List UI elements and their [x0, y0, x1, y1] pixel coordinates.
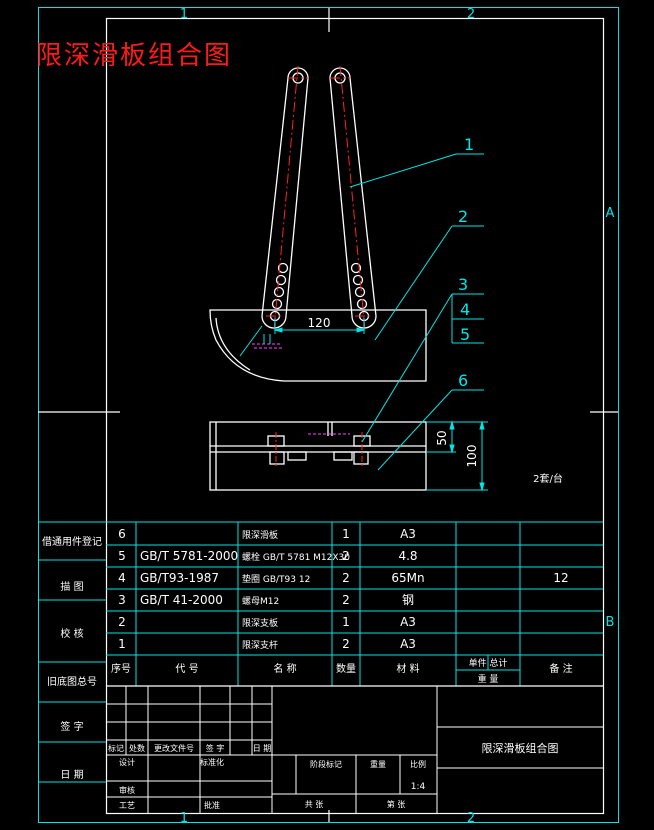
bom-cell-no: 6 — [118, 527, 126, 541]
zone-bottom-1: 1 — [180, 811, 188, 826]
bom-cell-name: 垫圈 GB/T93 12 — [242, 573, 310, 585]
bom-cell-name: 限深支杆 — [242, 639, 278, 651]
tb-scale-label: 比例 — [410, 759, 426, 769]
skid-plate-side — [209, 421, 427, 491]
bom-cell-code: GB/T 5781-2000 — [140, 549, 238, 563]
dim-50-label: 50 — [435, 430, 449, 445]
bom-cell-qty: 2 — [342, 593, 350, 607]
tb-mark: 标记 — [108, 743, 124, 753]
tb-weight: 重量 — [370, 759, 386, 769]
bom-h-name: 名 称 — [273, 662, 296, 675]
balloon-6: 6 — [458, 371, 468, 390]
support-rods — [261, 67, 377, 329]
bom-cell-name: 螺栓 GB/T 5781 M12X30 — [242, 551, 350, 563]
centering-marks — [38, 8, 618, 822]
bom-h-weight: 重 量 — [478, 673, 499, 685]
balloon-3: 3 — [458, 275, 468, 294]
bom-cell-no: 5 — [118, 549, 126, 563]
side-label-0: 借通用件登记 — [42, 535, 102, 548]
balloon-2: 2 — [458, 207, 468, 226]
bom-h-remark: 备 注 — [549, 662, 572, 675]
bom-cell-unit_wt: 12 — [553, 571, 568, 585]
center-lines — [266, 65, 373, 331]
bom-cell-material: A3 — [400, 637, 416, 651]
bom-h-qty: 数量 — [336, 662, 356, 675]
front-small-marks — [263, 334, 271, 344]
bom-cell-code: GB/T93-1987 — [140, 571, 219, 585]
bom-cell-name: 限深支板 — [242, 617, 278, 629]
bom-cell-name: 螺母M12 — [242, 596, 279, 607]
bom-cell-no: 2 — [118, 615, 126, 629]
bom-cell-material: 4.8 — [398, 549, 417, 563]
balloon-1: 1 — [464, 135, 474, 154]
bom-h-code: 代 号 — [175, 663, 198, 675]
side-label-2: 校 核 — [60, 627, 83, 640]
balloon-5: 5 — [460, 325, 470, 344]
zone-ticks — [38, 7, 618, 823]
tb-scale: 1:4 — [411, 782, 426, 792]
bom-cell-no: 4 — [118, 571, 126, 585]
bom-cell-material: A3 — [400, 527, 416, 541]
zone-bottom-2: 2 — [467, 811, 475, 826]
bom-cell-no: 3 — [118, 593, 126, 607]
dim-100-label: 100 — [465, 445, 479, 468]
zone-top-2: 2 — [467, 7, 475, 22]
bom-h-single-total: 单件 总计 — [469, 657, 508, 669]
bom-cell-qty: 1 — [342, 527, 350, 541]
zone-right-A: A — [606, 206, 615, 221]
bom-cell-material: A3 — [400, 615, 416, 629]
bom-cell-material: 钢 — [402, 593, 414, 607]
bom-h-material: 材 料 — [396, 662, 419, 675]
zone-right-B: B — [606, 615, 615, 630]
tb-stage: 阶段标记 — [310, 759, 342, 769]
balloon-4: 4 — [460, 300, 470, 319]
bom-cell-code: GB/T 41-2000 — [140, 593, 223, 607]
tb-design: 设计 — [119, 757, 135, 767]
bom-cell-name: 限深滑板 — [242, 529, 278, 541]
bom-h-no: 序号 — [111, 662, 131, 675]
inner-frame — [105, 17, 605, 815]
tb-sign: 签 字 — [206, 743, 225, 753]
bom-header: 序号 代 号 名 称 数量 材 料 单件 总计 重 量 备 注 — [111, 657, 573, 685]
bom-cell-qty: 2 — [342, 571, 350, 585]
tb-approve: 批准 — [204, 800, 220, 810]
tb-std: 标准化 — [200, 757, 224, 767]
drawing-title: 限深滑板组合图 — [36, 41, 232, 71]
tb-sheet-no: 第 张 — [387, 799, 406, 809]
side-label-1: 描 图 — [60, 580, 83, 593]
side-center-lines — [275, 432, 363, 468]
hidden-marks — [252, 343, 282, 349]
side-strip — [38, 521, 106, 783]
bom-cell-no: 1 — [118, 637, 126, 651]
tb-review: 审核 — [119, 785, 135, 795]
tb-craft: 工艺 — [119, 801, 135, 810]
tb-count: 处数 — [129, 743, 145, 753]
quantity-note: 2套/台 — [533, 472, 563, 485]
dim-120-label: 120 — [308, 316, 331, 330]
title-block-text: 标记 处数 更改文件号 签 字 日 期 设计 标准化 审核 工艺 批准 阶段标记… — [108, 741, 559, 810]
bom-cell-qty: 2 — [342, 637, 350, 651]
tb-file: 更改文件号 — [154, 743, 194, 753]
side-label-3: 旧底图总号 — [47, 675, 97, 688]
zone-top-1: 1 — [180, 7, 188, 22]
bom-cell-qty: 2 — [342, 549, 350, 563]
tb-date: 日 期 — [253, 744, 272, 753]
side-label-5: 日 期 — [60, 769, 83, 781]
bom-cell-qty: 1 — [342, 615, 350, 629]
bom-cell-material: 65Mn — [391, 571, 424, 585]
side-label-4: 签 字 — [60, 720, 83, 733]
tb-drawing-name: 限深滑板组合图 — [482, 741, 559, 755]
assembly-drawing: 1 2 1 2 A B 限深滑板组合图 120 50 100 2套/台 1 2 … — [36, 7, 619, 826]
tb-sheet-total: 共 张 — [305, 800, 324, 809]
